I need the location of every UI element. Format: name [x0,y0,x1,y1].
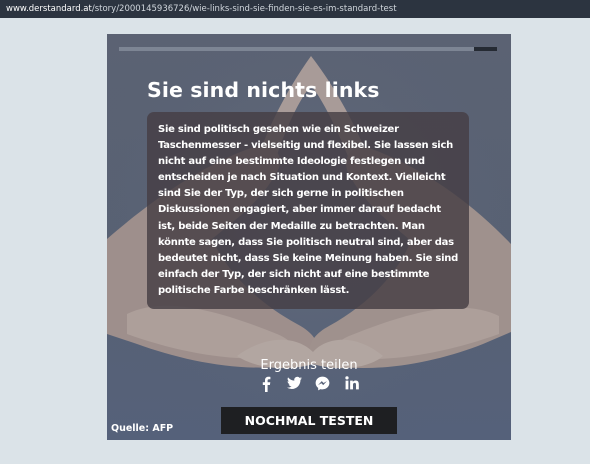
image-credit: Quelle: AFP [111,423,174,434]
twitter-icon[interactable] [285,376,303,394]
address-bar[interactable]: www.derstandard.at/story/2000145936726/w… [0,0,590,18]
result-description-box: Sie sind politisch gesehen wie ein Schwe… [147,112,469,309]
facebook-icon[interactable] [257,376,275,394]
quiz-progress-fill [119,47,475,51]
result-description: Sie sind politisch gesehen wie ein Schwe… [158,124,459,296]
linkedin-icon[interactable] [343,376,361,394]
share-result-label: Ergebnis teilen [260,358,358,373]
share-icons-row [257,376,361,394]
quiz-result-card: Sie sind nichts links Sie sind politisch… [107,34,511,440]
result-title: Sie sind nichts links [147,78,380,102]
url-path: /story/2000145936726/wie-links-sind-sie-… [91,4,397,14]
messenger-icon[interactable] [313,376,331,394]
url-domain: www.derstandard.at [6,4,92,14]
retry-quiz-button[interactable]: NOCHMAL TESTEN [221,407,397,434]
quiz-progress-bar [119,47,497,51]
